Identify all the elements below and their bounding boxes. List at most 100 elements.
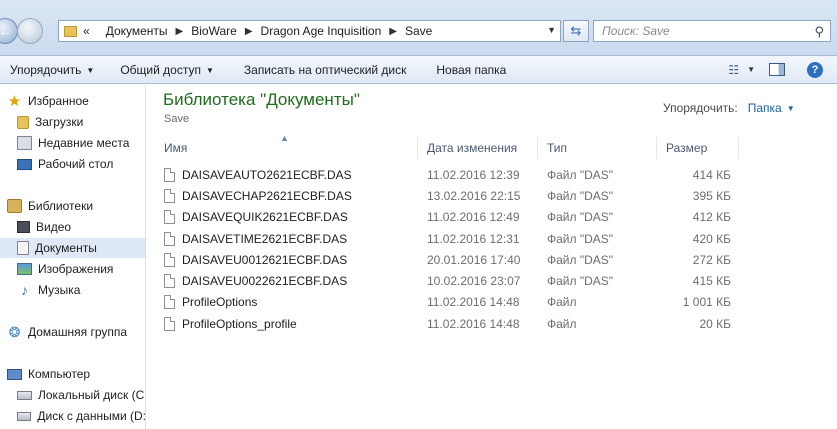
nav-label: Видео xyxy=(36,220,72,234)
column-header-size[interactable]: Размер xyxy=(657,137,739,159)
address-bar[interactable]: « Документы ▶ BioWare ▶ Dragon Age Inqui… xyxy=(58,20,561,42)
file-icon xyxy=(164,316,175,331)
breadcrumb-dragon-age[interactable]: Dragon Age Inquisition xyxy=(261,24,382,38)
file-date: 11.02.2016 12:49 xyxy=(427,210,520,225)
file-row[interactable]: DAISAVEU0012621ECBF.DAS 20.01.2016 17:40… xyxy=(155,249,731,270)
recent-places-icon xyxy=(17,136,32,150)
view-options-button[interactable]: ☷ ▼ xyxy=(728,63,755,77)
disk-icon xyxy=(17,411,32,421)
address-dropdown-icon[interactable]: ▼ xyxy=(547,25,556,35)
search-input[interactable]: Поиск: Save ⚲ xyxy=(593,20,831,42)
nav-recent-places[interactable]: Недавние места xyxy=(0,133,145,153)
nav-downloads[interactable]: Загрузки xyxy=(0,112,145,132)
forward-button[interactable]: → xyxy=(17,18,43,44)
nav-data-disk[interactable]: Диск с данными (D: xyxy=(0,406,145,426)
file-date: 20.01.2016 17:40 xyxy=(427,252,521,267)
forward-arrow-icon: → xyxy=(23,23,37,39)
column-header-name[interactable]: ▲ Имя xyxy=(155,133,418,159)
dropdown-arrow-icon: ▼ xyxy=(747,65,755,74)
file-name: DAISAVEQUIK2621ECBF.DAS xyxy=(182,210,348,225)
column-label: Размер xyxy=(666,141,708,155)
breadcrumb-documents[interactable]: Документы xyxy=(106,24,168,38)
disk-icon xyxy=(17,390,32,400)
arrange-label: Упорядочить: xyxy=(663,101,738,115)
help-button[interactable]: ? xyxy=(807,61,823,78)
nav-label: Локальный диск (C xyxy=(38,388,145,402)
file-row[interactable]: DAISAVEQUIK2621ECBF.DAS 11.02.2016 12:49… xyxy=(155,207,731,228)
file-icon xyxy=(164,188,175,203)
organize-menu[interactable]: Упорядочить ▼ xyxy=(0,63,104,77)
file-row[interactable]: ProfileOptions_profile 11.02.2016 14:48 … xyxy=(155,313,731,334)
nav-label: Недавние места xyxy=(38,136,130,150)
folder-icon xyxy=(64,25,77,37)
nav-documents[interactable]: Документы xyxy=(0,238,145,258)
file-row[interactable]: DAISAVETIME2621ECBF.DAS 11.02.2016 12:31… xyxy=(155,228,731,249)
breadcrumb-bioware[interactable]: BioWare xyxy=(191,24,237,38)
nav-libraries[interactable]: Библиотеки xyxy=(0,196,145,216)
computer-icon xyxy=(7,368,22,380)
column-header-date[interactable]: Дата изменения xyxy=(418,137,538,159)
back-button[interactable]: ← xyxy=(0,18,18,44)
nav-label: Рабочий стол xyxy=(38,157,114,171)
nav-desktop[interactable]: Рабочий стол xyxy=(0,154,145,174)
file-size: 415 КБ xyxy=(692,274,731,289)
music-icon: ♪ xyxy=(21,282,28,298)
arrange-value-dropdown[interactable]: Папка xyxy=(748,101,782,115)
sort-ascending-icon: ▲ xyxy=(280,133,289,143)
file-icon xyxy=(164,167,175,182)
breadcrumb-overflow[interactable]: « xyxy=(83,24,90,38)
nav-video[interactable]: Видео xyxy=(0,217,145,237)
file-type: Файл xyxy=(547,295,577,310)
library-title: Библиотека "Документы" xyxy=(163,90,360,109)
file-type: Файл "DAS" xyxy=(547,188,614,203)
new-folder-button[interactable]: Новая папка xyxy=(426,63,516,77)
nav-music[interactable]: ♪ Музыка xyxy=(0,280,145,300)
refresh-button[interactable]: ⇆ xyxy=(563,20,589,42)
nav-homegroup[interactable]: ❂ Домашняя группа xyxy=(0,322,145,342)
homegroup-icon: ❂ xyxy=(8,323,21,340)
file-type: Файл "DAS" xyxy=(547,274,614,289)
file-row[interactable]: DAISAVEU0022621ECBF.DAS 10.02.2016 23:07… xyxy=(155,270,731,291)
nav-images[interactable]: Изображения xyxy=(0,259,145,279)
file-list: DAISAVEAUTO2621ECBF.DAS 11.02.2016 12:39… xyxy=(155,164,731,334)
file-date: 11.02.2016 14:48 xyxy=(427,295,520,310)
column-headers: ▲ Имя Дата изменения Тип Размер xyxy=(155,133,739,159)
video-icon xyxy=(17,221,30,233)
file-icon xyxy=(164,295,175,310)
chevron-right-icon[interactable]: ▶ xyxy=(389,26,397,37)
preview-pane-button[interactable] xyxy=(769,63,785,76)
nav-computer[interactable]: Компьютер xyxy=(0,364,145,384)
arrange-by: Упорядочить: Папка ▼ xyxy=(663,101,795,115)
dropdown-arrow-icon[interactable]: ▼ xyxy=(787,104,795,113)
file-name: DAISAVETIME2621ECBF.DAS xyxy=(182,231,348,246)
view-list-icon: ☷ xyxy=(728,62,740,77)
file-size: 412 КБ xyxy=(692,210,731,225)
libraries-icon xyxy=(7,199,22,213)
file-row[interactable]: DAISAVECHAP2621ECBF.DAS 13.02.2016 22:15… xyxy=(155,185,731,206)
file-icon xyxy=(164,231,175,246)
file-date: 11.02.2016 12:31 xyxy=(427,231,520,246)
nav-local-disk[interactable]: Локальный диск (C xyxy=(0,385,145,405)
nav-label: Музыка xyxy=(38,283,81,297)
file-type: Файл "DAS" xyxy=(547,167,614,182)
chevron-right-icon[interactable]: ▶ xyxy=(245,26,253,37)
command-toolbar: Упорядочить ▼ Общий доступ ▼ Записать на о… xyxy=(0,56,837,84)
images-icon xyxy=(17,263,32,275)
organize-label: Упорядочить xyxy=(10,62,82,77)
library-subtitle: Save xyxy=(164,113,190,125)
search-icon[interactable]: ⚲ xyxy=(814,24,824,40)
downloads-icon xyxy=(17,115,29,129)
dropdown-arrow-icon: ▼ xyxy=(205,65,214,75)
chevron-right-icon[interactable]: ▶ xyxy=(176,26,184,37)
file-date: 11.02.2016 14:48 xyxy=(427,316,520,331)
breadcrumb-save[interactable]: Save xyxy=(405,24,432,38)
desktop-icon xyxy=(17,158,32,170)
share-label: Общий доступ xyxy=(120,62,201,77)
file-date: 13.02.2016 22:15 xyxy=(427,188,521,203)
column-header-type[interactable]: Тип xyxy=(538,137,657,159)
burn-button[interactable]: Записать на оптический диск xyxy=(234,63,417,77)
nav-favorites[interactable]: ★ Избранное xyxy=(0,91,145,111)
file-row[interactable]: ProfileOptions 11.02.2016 14:48 Файл 1 0… xyxy=(155,292,731,313)
file-row[interactable]: DAISAVEAUTO2621ECBF.DAS 11.02.2016 12:39… xyxy=(155,164,731,185)
share-menu[interactable]: Общий доступ ▼ xyxy=(110,63,224,77)
